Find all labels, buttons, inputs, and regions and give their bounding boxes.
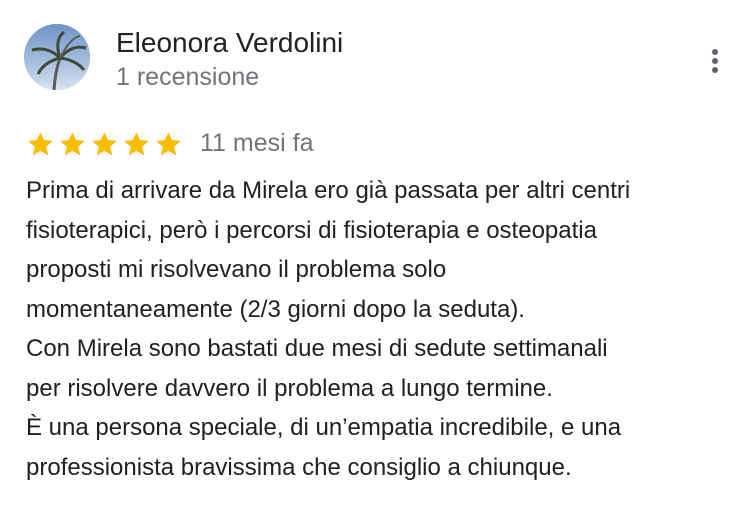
review-text-line: Prima di arrivare da Mirela ero già pass… <box>26 177 631 204</box>
review-text-line: momentaneamente (2/3 giorni dopo la sedu… <box>26 295 525 323</box>
star-icon <box>60 132 85 156</box>
review-text-line: proposti mi risolvevano il problema solo <box>26 256 447 283</box>
palm-tree-photo <box>24 24 90 90</box>
star-icon <box>92 132 117 156</box>
reviewer-avatar[interactable] <box>24 24 90 90</box>
review-text-line: professionista bravissima che consiglio … <box>26 453 572 481</box>
more-options-button[interactable] <box>696 40 734 82</box>
star-rating <box>26 130 186 158</box>
more-vert-icon <box>712 49 718 55</box>
review-card: Eleonora Verdolini 1 recensione 11 mesi … <box>0 0 754 532</box>
star-icon <box>28 132 53 156</box>
star-icon <box>124 132 149 156</box>
reviewer-review-count[interactable]: 1 recensione <box>116 62 259 92</box>
review-text-line: È una persona speciale, di un’empatia in… <box>26 414 622 441</box>
star-icon <box>156 132 181 156</box>
more-vert-icon-dot <box>712 58 718 64</box>
review-text-line: Con Mirela sono bastati due mesi di sedu… <box>26 335 608 362</box>
review-text: Prima di arrivare da Mirela ero già pass… <box>26 171 746 487</box>
more-vert-icon-dot <box>712 67 718 73</box>
review-text-line: fisioterapici, però i percorsi di fisiot… <box>26 216 597 244</box>
reviewer-name[interactable]: Eleonora Verdolini <box>116 26 343 60</box>
review-text-line: per risolvere davvero il problema a lung… <box>26 374 553 402</box>
review-date: 11 mesi fa <box>200 129 314 157</box>
